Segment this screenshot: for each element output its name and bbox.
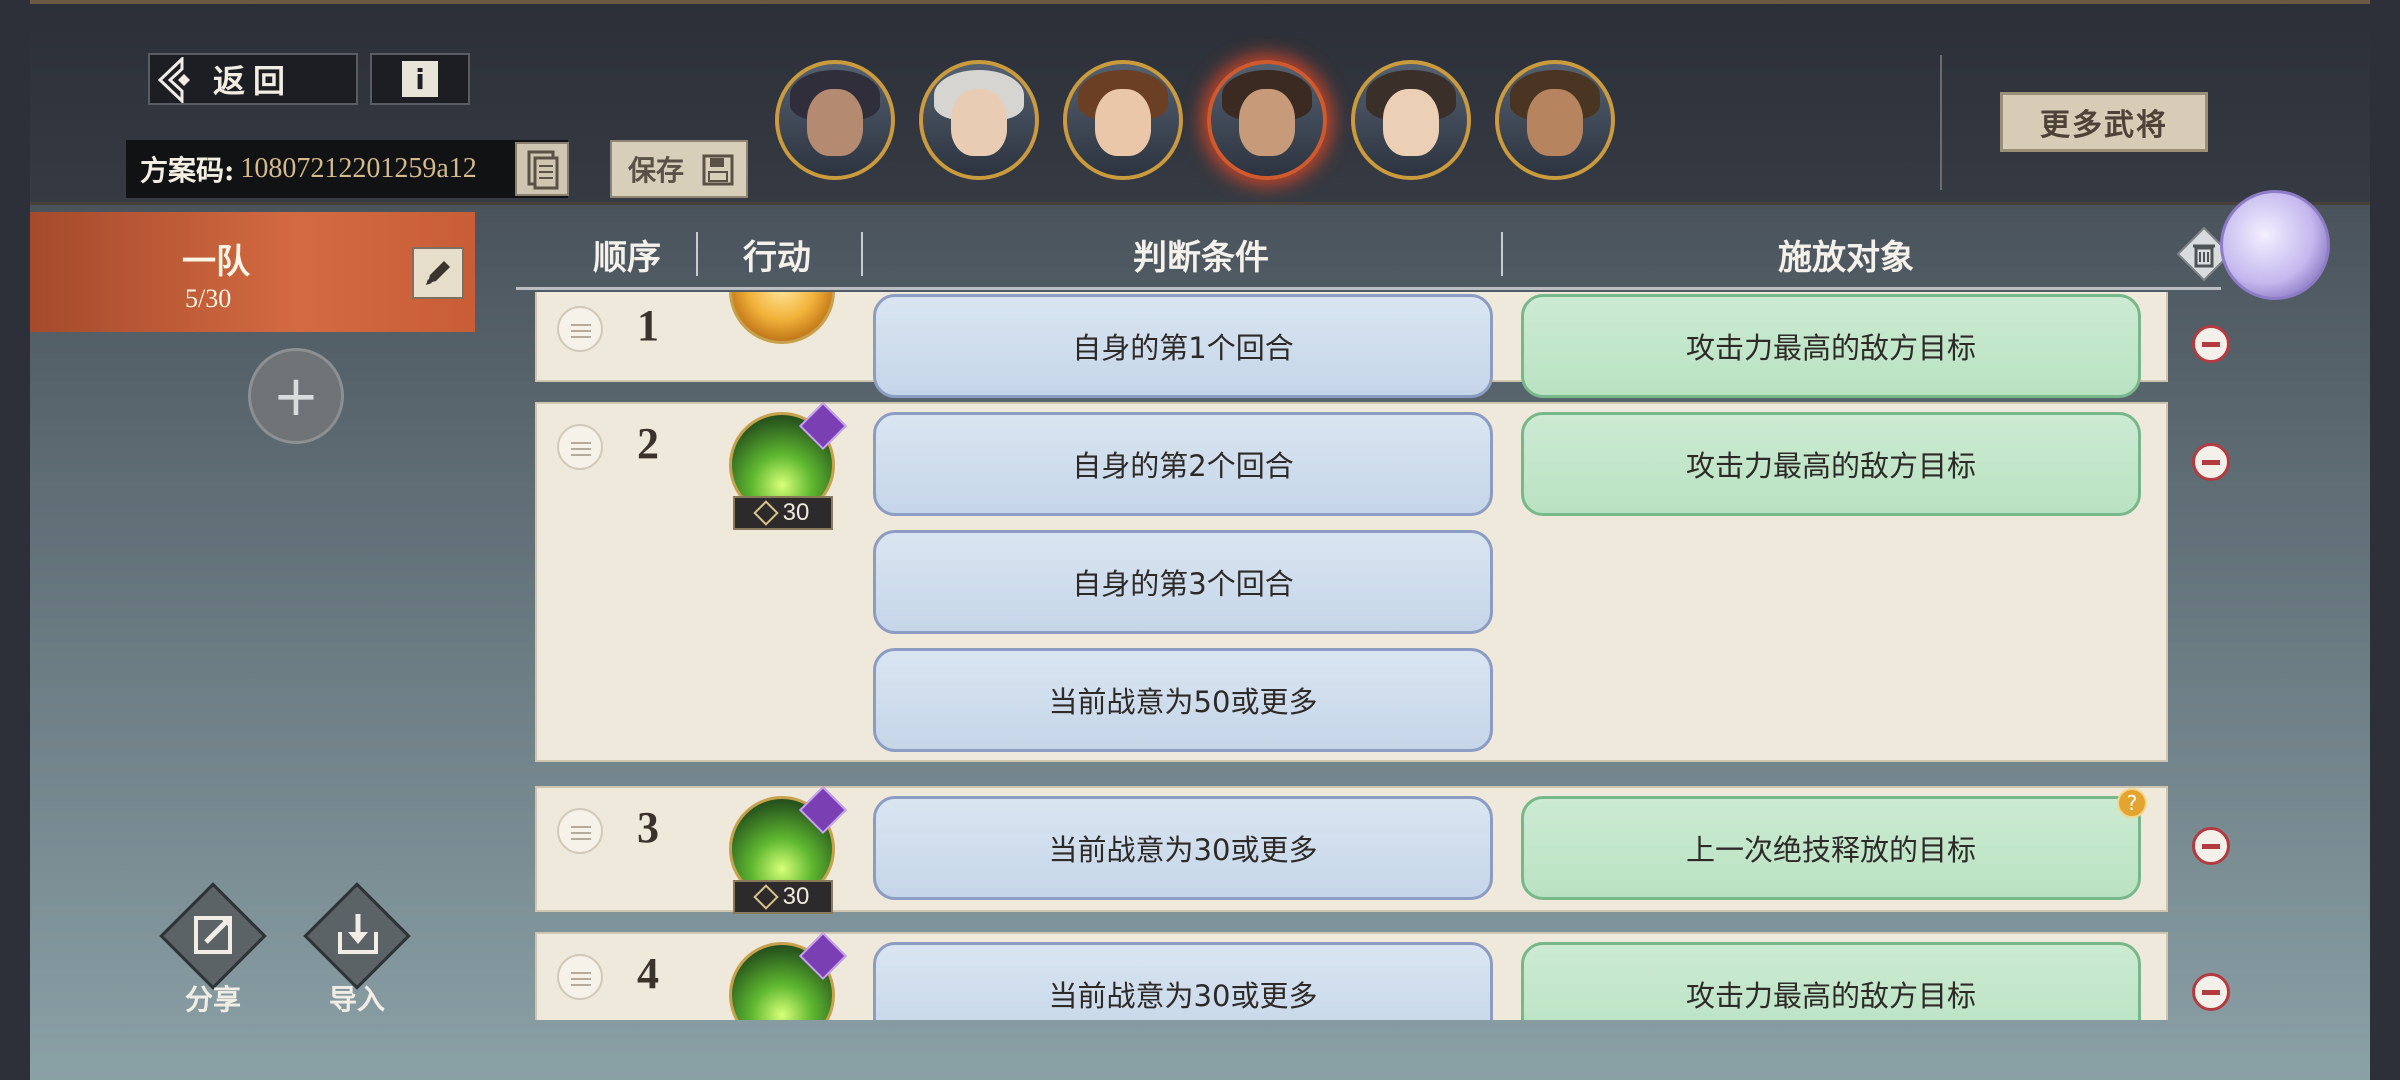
remove-row-icon[interactable] bbox=[2192, 827, 2230, 865]
skill-cost-value: 30 bbox=[782, 883, 810, 910]
header-separator bbox=[696, 232, 698, 276]
import-label: 导入 bbox=[328, 983, 385, 1016]
header-target: 施放对象 bbox=[1778, 238, 1914, 278]
share-button[interactable]: 分享 bbox=[159, 882, 267, 1016]
action-row[interactable]: 2 30 自身的第2个回合 自身的第3个回合 当前战意为50或更多 攻击力最高的敌方目标 bbox=[535, 401, 2168, 762]
row-order: 3 bbox=[637, 803, 659, 852]
more-generals-button[interactable]: 更多武将 bbox=[2000, 92, 2208, 152]
condition-chip[interactable]: 自身的第1个回合 bbox=[873, 294, 1493, 398]
target-chip[interactable]: 上一次绝技释放的目标 bbox=[1521, 796, 2141, 900]
action-list[interactable]: 1 自身的第1个回合 攻击力最高的敌方目标 2 30 自身的第2个回合 自身的第3个回合 当前… bbox=[530, 292, 2250, 1020]
drag-handle-icon[interactable] bbox=[557, 306, 603, 352]
general-avatar[interactable] bbox=[1495, 60, 1615, 180]
plan-code-label: 方案码: bbox=[140, 154, 235, 187]
save-disk-icon bbox=[702, 154, 734, 186]
header-condition: 判断条件 bbox=[1133, 238, 1269, 278]
copy-code-button[interactable] bbox=[515, 142, 569, 196]
assistant-portrait[interactable] bbox=[2220, 190, 2330, 300]
remove-row-icon[interactable] bbox=[2192, 443, 2230, 481]
team-name: 一队 bbox=[182, 242, 250, 282]
condition-chip[interactable]: 自身的第2个回合 bbox=[873, 412, 1493, 516]
condition-chip[interactable]: 自身的第3个回合 bbox=[873, 530, 1493, 634]
row-order: 2 bbox=[637, 419, 659, 468]
condition-chip[interactable]: 当前战意为30或更多 bbox=[873, 796, 1493, 900]
more-generals-label: 更多武将 bbox=[2040, 108, 2168, 143]
action-row[interactable]: 3 30 当前战意为30或更多 上一次绝技释放的目标? bbox=[535, 785, 2168, 914]
skill-cost: 30 bbox=[733, 496, 833, 530]
info-button[interactable]: i bbox=[370, 53, 470, 105]
skill-cost-value: 30 bbox=[782, 499, 810, 526]
row-order: 1 bbox=[637, 301, 659, 350]
drag-handle-icon[interactable] bbox=[557, 424, 603, 470]
general-avatar[interactable] bbox=[1207, 60, 1327, 180]
morale-icon bbox=[752, 884, 779, 910]
target-chip[interactable]: 攻击力最高的敌方目标 bbox=[1521, 294, 2141, 398]
top-rule bbox=[30, 0, 2370, 4]
skill-type-badge-icon bbox=[798, 785, 848, 835]
general-face bbox=[1383, 88, 1439, 156]
general-avatar[interactable] bbox=[1063, 60, 1183, 180]
add-team-button[interactable]: + bbox=[248, 348, 344, 444]
skill-cost: 30 bbox=[733, 880, 833, 914]
general-face bbox=[807, 88, 863, 156]
copy-icon bbox=[527, 150, 559, 190]
table-header: 顺序 行动 判断条件 施放对象 bbox=[516, 220, 2221, 290]
import-icon bbox=[338, 914, 378, 954]
action-row[interactable]: 1 自身的第1个回合 攻击力最高的敌方目标 bbox=[535, 292, 2168, 398]
general-face bbox=[951, 88, 1007, 156]
share-label: 分享 bbox=[184, 983, 241, 1016]
remove-row-icon[interactable] bbox=[2192, 325, 2230, 363]
back-label: 返回 bbox=[212, 62, 293, 100]
plus-icon: + bbox=[272, 363, 320, 429]
morale-icon bbox=[752, 500, 779, 526]
general-avatar[interactable] bbox=[775, 60, 895, 180]
skill-type-badge-icon bbox=[798, 931, 848, 981]
skill-type-badge-icon bbox=[798, 401, 848, 451]
share-icon bbox=[194, 916, 232, 954]
edit-team-button[interactable] bbox=[412, 247, 464, 299]
drag-handle-icon[interactable] bbox=[557, 808, 603, 854]
general-face bbox=[1095, 88, 1151, 156]
row-order: 4 bbox=[637, 949, 659, 998]
left-frame bbox=[0, 0, 30, 1080]
remove-row-icon[interactable] bbox=[2192, 973, 2230, 1011]
right-frame bbox=[2370, 0, 2400, 1080]
header-separator bbox=[1501, 232, 1503, 276]
back-button[interactable]: 返回 bbox=[148, 53, 358, 105]
chevron-left-icon bbox=[157, 57, 190, 103]
plan-code: 方案码: 10807212201259a12 bbox=[126, 140, 568, 198]
save-button[interactable]: 保存 bbox=[610, 140, 748, 198]
action-row[interactable]: 4 当前战意为30或更多 攻击力最高的敌方目标 bbox=[535, 931, 2168, 1020]
condition-chip[interactable]: 当前战意为50或更多 bbox=[873, 648, 1493, 752]
import-button[interactable]: 导入 bbox=[303, 882, 411, 1016]
general-avatar[interactable] bbox=[919, 60, 1039, 180]
condition-chip[interactable]: 当前战意为30或更多 bbox=[873, 942, 1493, 1020]
info-icon: i bbox=[402, 61, 438, 97]
target-chip[interactable]: 攻击力最高的敌方目标 bbox=[1521, 942, 2141, 1020]
target-chip[interactable]: 攻击力最高的敌方目标 bbox=[1521, 412, 2141, 516]
basic-attack-icon[interactable] bbox=[729, 292, 835, 344]
special-skill-icon[interactable] bbox=[729, 931, 848, 1020]
pencil-icon bbox=[426, 261, 450, 285]
drag-handle-icon[interactable] bbox=[557, 954, 603, 1000]
save-label: 保存 bbox=[628, 154, 685, 187]
help-icon[interactable]: ? bbox=[2117, 788, 2147, 818]
team-tab-1[interactable]: 一队 5/30 bbox=[30, 212, 475, 332]
header-divider bbox=[1940, 55, 1942, 190]
general-avatar[interactable] bbox=[1351, 60, 1471, 180]
general-face bbox=[1527, 88, 1583, 156]
header-action: 行动 bbox=[743, 238, 811, 278]
header-separator bbox=[861, 232, 863, 276]
general-face bbox=[1239, 88, 1295, 156]
header-order: 顺序 bbox=[593, 238, 661, 278]
team-count: 5/30 bbox=[185, 284, 232, 313]
plan-code-value: 10807212201259a12 bbox=[240, 153, 477, 184]
